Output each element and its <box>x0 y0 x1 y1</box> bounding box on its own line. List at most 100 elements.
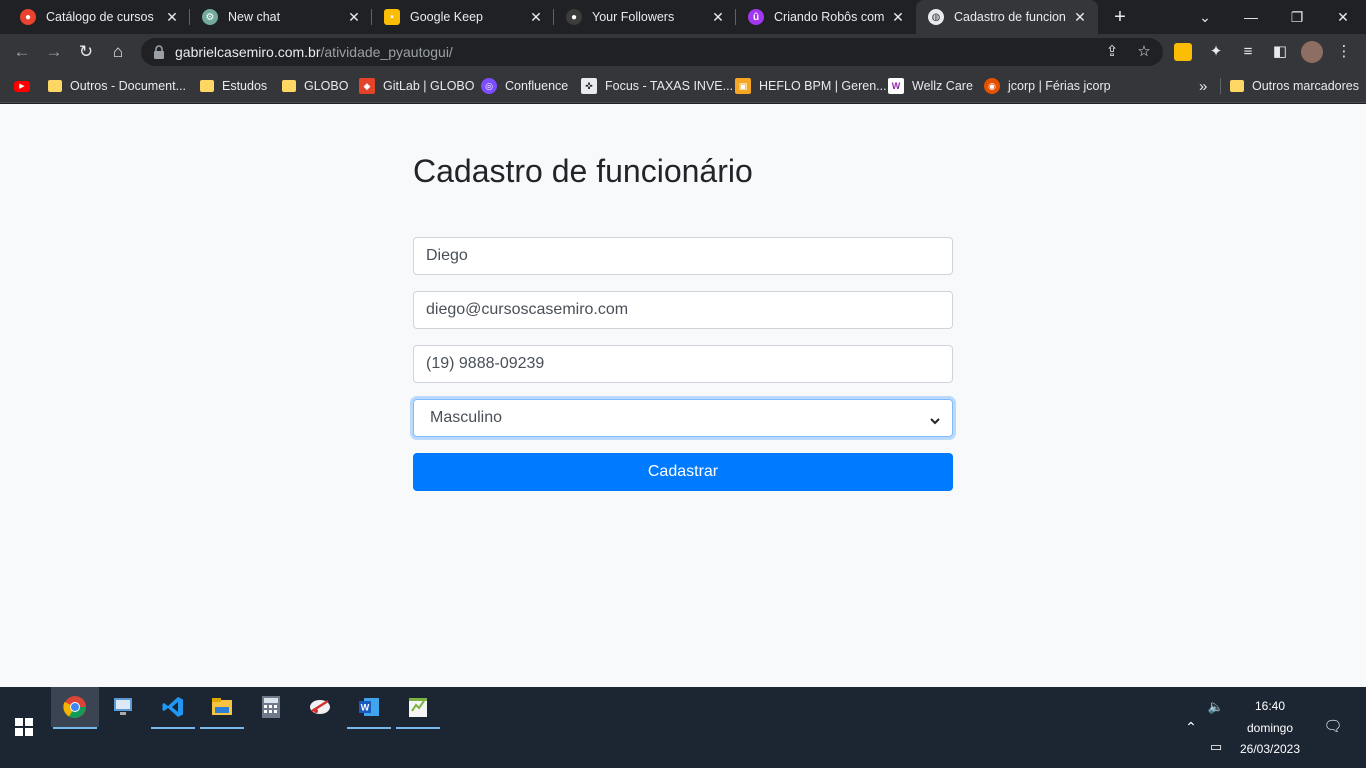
bookmarks-overflow-button[interactable]: » <box>1199 76 1207 96</box>
file-explorer-icon <box>212 698 232 715</box>
vscode-icon <box>162 697 183 717</box>
taskbar-snipping-tool[interactable] <box>296 687 344 727</box>
bookmark-gitlab[interactable]: ◆ GitLab | GLOBO <box>359 76 474 96</box>
name-input[interactable]: Diego <box>413 237 953 275</box>
folder-icon <box>282 80 296 92</box>
profile-avatar[interactable] <box>1301 41 1323 63</box>
phone-input[interactable]: (19) 9888-09239 <box>413 345 953 383</box>
bookmark-label: Outros - Document... <box>70 79 187 93</box>
menu-kebab-icon[interactable]: ⋮ <box>1334 42 1354 62</box>
back-button[interactable]: ← <box>10 40 34 64</box>
forward-button[interactable]: → <box>42 40 66 64</box>
bookmark-jcorp[interactable]: ◉ jcorp | Férias jcorp <box>984 76 1111 96</box>
tab-catalogo-cursos[interactable]: ● Catálogo de cursos ✕ <box>8 0 190 34</box>
bookmarks-bar: ▶ Outros - Document... Estudos GLOBO ◆ G… <box>0 70 1366 103</box>
keep-icon: ▪ <box>384 9 400 25</box>
tab-new-chat[interactable]: ⚙ New chat ✕ <box>190 0 372 34</box>
close-window-button[interactable]: ✕ <box>1320 0 1366 34</box>
new-tab-button[interactable]: + <box>1109 6 1131 28</box>
close-tab-icon[interactable]: ✕ <box>528 9 544 25</box>
bookmark-label: Estudos <box>222 79 268 93</box>
folder-icon <box>48 80 62 92</box>
github-icon: ● <box>566 9 582 25</box>
bookmark-outros-marcadores[interactable]: Outros marcadores <box>1230 76 1359 96</box>
bookmark-label: Wellz Care <box>912 79 973 93</box>
taskbar-vscode[interactable] <box>149 687 197 729</box>
taskbar-remote-desktop[interactable] <box>100 687 148 727</box>
jcorp-icon: ◉ <box>984 78 1000 94</box>
tab-title: Google Keep <box>410 10 483 24</box>
minimize-button[interactable]: — <box>1228 0 1274 34</box>
taskbar-chrome[interactable] <box>51 687 99 729</box>
page-content: Cadastro de funcionário Diego diego@curs… <box>0 104 1366 687</box>
tab-title: New chat <box>228 10 281 24</box>
start-button[interactable] <box>0 707 48 747</box>
taskbar-word[interactable]: W <box>345 687 393 729</box>
tab-criando-robos[interactable]: û Criando Robôs com Py ✕ <box>736 0 916 34</box>
browser-tab-strip: ● Catálogo de cursos ✕ ⚙ New chat ✕ ▪ Go… <box>0 0 1366 34</box>
tab-your-followers[interactable]: ● Your Followers ✕ <box>554 0 736 34</box>
volume-icon[interactable]: 🔈 <box>1205 699 1227 715</box>
bookmark-outros-documentos[interactable]: Outros - Document... <box>48 76 186 96</box>
home-button[interactable]: ⌂ <box>106 40 130 64</box>
bookmark-focus[interactable]: ✜ Focus - TAXAS INVE... <box>581 76 733 96</box>
taskbar-file-explorer[interactable] <box>198 687 246 729</box>
bookmark-globo[interactable]: GLOBO <box>282 76 348 96</box>
tab-cadastro-funcionario[interactable]: ◍ Cadastro de funcionár ✕ <box>916 0 1098 34</box>
lock-icon[interactable] <box>153 45 165 59</box>
remote-desktop-icon <box>114 698 132 715</box>
page-title: Cadastro de funcionário <box>413 153 753 189</box>
clock-day[interactable]: domingo <box>1232 721 1308 735</box>
address-bar[interactable]: gabrielcasemiro.com.br/atividade_pyautog… <box>141 38 1163 66</box>
tab-title: Criando Robôs com Py <box>774 10 884 24</box>
gender-select-value: Masculino <box>430 409 503 426</box>
clock-date[interactable]: 26/03/2023 <box>1232 742 1308 756</box>
tab-title: Cadastro de funcionár <box>954 10 1066 24</box>
keep-extension-icon[interactable] <box>1174 43 1192 61</box>
url-path: /atividade_pyautogui/ <box>320 44 453 60</box>
taskbar-calculator[interactable] <box>247 687 295 727</box>
taskbar-notepad-plus[interactable] <box>394 687 442 729</box>
email-input[interactable]: diego@cursoscasemiro.com <box>413 291 953 329</box>
close-tab-icon[interactable]: ✕ <box>164 9 180 25</box>
cadastrar-button[interactable]: Cadastrar <box>413 453 953 491</box>
tray-overflow-chevron-icon[interactable]: ⌃ <box>1180 719 1202 736</box>
notifications-icon[interactable]: 🗨 <box>1320 717 1346 735</box>
calculator-icon <box>262 696 280 718</box>
reload-button[interactable]: ↻ <box>74 40 98 64</box>
bookmark-estudos[interactable]: Estudos <box>200 76 267 96</box>
bookmark-star-icon[interactable]: ☆ <box>1135 43 1153 61</box>
bookmark-youtube[interactable]: ▶ <box>14 76 38 96</box>
bookmark-label: Focus - TAXAS INVE... <box>605 79 734 93</box>
focus-icon: ✜ <box>581 78 597 94</box>
bookmark-label: jcorp | Férias jcorp <box>1008 79 1111 93</box>
browser-toolbar: ← → ↻ ⌂ gabrielcasemiro.com.br/atividade… <box>0 34 1366 70</box>
clock-time[interactable]: 16:40 <box>1232 699 1308 713</box>
bookmark-label: HEFLO BPM | Geren... <box>759 79 887 93</box>
chrome-icon <box>63 696 86 718</box>
share-icon[interactable]: ⇪ <box>1103 43 1121 61</box>
bookmark-heflo[interactable]: ▣ HEFLO BPM | Geren... <box>735 76 887 96</box>
notepad-plus-icon <box>409 698 427 717</box>
bookmark-wellz[interactable]: W Wellz Care <box>888 76 973 96</box>
close-tab-icon[interactable]: ✕ <box>346 9 362 25</box>
restore-button[interactable]: ❐ <box>1274 0 1320 34</box>
udemy-icon: ● <box>20 9 36 25</box>
extensions-icon[interactable]: ✦ <box>1206 42 1226 62</box>
side-panel-icon[interactable]: ◧ <box>1270 42 1290 62</box>
tab-search-icon[interactable]: ⌄ <box>1182 0 1228 34</box>
bookmark-confluence[interactable]: ◎ Confluence <box>481 76 568 96</box>
close-tab-icon[interactable]: ✕ <box>710 9 726 25</box>
windows-icon <box>15 718 33 736</box>
svg-text:W: W <box>361 703 370 713</box>
gender-select[interactable]: Masculino <box>413 399 953 437</box>
chevron-down-icon <box>930 413 940 425</box>
tab-title: Catálogo de cursos <box>46 10 154 24</box>
battery-icon[interactable]: ▭ <box>1205 739 1227 755</box>
media-control-icon[interactable]: ≡ <box>1238 42 1258 62</box>
chatgpt-icon: ⚙ <box>202 9 218 25</box>
tab-title: Your Followers <box>592 10 675 24</box>
close-tab-icon[interactable]: ✕ <box>1072 9 1088 25</box>
close-tab-icon[interactable]: ✕ <box>890 9 906 25</box>
tab-google-keep[interactable]: ▪ Google Keep ✕ <box>372 0 554 34</box>
